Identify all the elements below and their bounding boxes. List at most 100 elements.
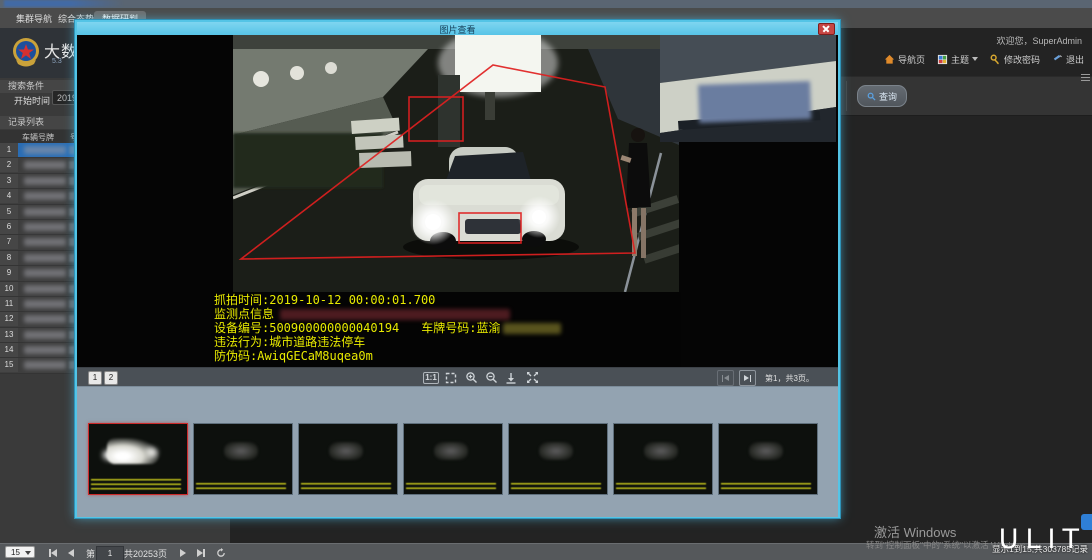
page-size-select[interactable]: 15 bbox=[5, 546, 35, 558]
thumbnail-overlay-text bbox=[616, 483, 706, 492]
masked-location bbox=[280, 309, 510, 320]
nav-password-link[interactable]: 修改密码 bbox=[990, 53, 1040, 66]
masked-plate-cell bbox=[24, 223, 66, 231]
masked-plate-cell bbox=[24, 177, 66, 185]
vehicle-blob bbox=[644, 442, 678, 460]
app-window: 集群导航 综合态势 数据研判 欢迎您，SuperAdmin 导航页 主题 修改密… bbox=[0, 0, 1092, 560]
nav-theme-label: 主题 bbox=[951, 53, 969, 66]
police-badge-icon bbox=[10, 36, 42, 68]
top-nav-links: 导航页 主题 修改密码 退出 bbox=[884, 52, 1084, 66]
key-icon bbox=[990, 54, 1001, 65]
masked-plate-cell bbox=[24, 146, 66, 154]
capture-time-text: 抓拍时间:2019-10-12 00:00:01.700 bbox=[214, 293, 435, 307]
row-number: 7 bbox=[0, 235, 18, 249]
nav-logout-label: 退出 bbox=[1066, 53, 1084, 66]
fullscreen-icon[interactable] bbox=[524, 370, 540, 385]
zoom-out-icon[interactable] bbox=[483, 370, 499, 385]
dialog-titlebar[interactable]: 图片查看 bbox=[77, 22, 838, 35]
first-page-icon[interactable] bbox=[46, 547, 60, 558]
page-prefix-label: 第 bbox=[86, 547, 95, 560]
row-number: 5 bbox=[0, 205, 18, 219]
column-plate-number: 车辆号牌 bbox=[22, 132, 54, 143]
row-number: 6 bbox=[0, 220, 18, 234]
fit-screen-icon[interactable] bbox=[443, 370, 459, 385]
anti-fake-code-text: 防伪码:AwiqGECaM8uqea0m bbox=[214, 349, 373, 363]
nav-logout-link[interactable]: 退出 bbox=[1052, 53, 1084, 66]
violation-photo bbox=[233, 35, 679, 292]
image-viewer-dialog: 图片查看 bbox=[75, 20, 840, 518]
masked-plate-cell bbox=[24, 192, 66, 200]
masked-plate-cell bbox=[24, 300, 66, 308]
plate-closeup-inset bbox=[660, 35, 836, 142]
capture-info-band: 抓拍时间:2019-10-12 00:00:01.700 监测点信息 设备编号:… bbox=[211, 292, 681, 367]
welcome-text: 欢迎您，SuperAdmin bbox=[996, 34, 1082, 47]
image-group-2-button[interactable]: 2 bbox=[104, 371, 118, 385]
last-page-icon[interactable] bbox=[739, 370, 756, 386]
viewer-toolbar: 1 2 1:1 第1，共3页。 bbox=[77, 367, 838, 387]
masked-plate-cell bbox=[24, 315, 66, 323]
thumbnail[interactable] bbox=[718, 423, 818, 495]
page-number-input[interactable] bbox=[96, 546, 124, 560]
row-number: 12 bbox=[0, 312, 18, 326]
viewer-pager-text: 第1，共3页。 bbox=[765, 373, 814, 384]
query-button[interactable]: 查询 bbox=[857, 85, 907, 107]
last-page-icon[interactable] bbox=[194, 547, 208, 558]
row-number: 13 bbox=[0, 328, 18, 342]
thumbnail[interactable] bbox=[508, 423, 608, 495]
masked-plate-cell bbox=[24, 238, 66, 246]
row-number: 8 bbox=[0, 251, 18, 265]
masked-plate-cell bbox=[24, 346, 66, 354]
vehicle-blob bbox=[224, 442, 258, 460]
row-number: 14 bbox=[0, 343, 18, 357]
panel-toggle-icon[interactable] bbox=[1081, 72, 1090, 82]
row-number: 9 bbox=[0, 266, 18, 280]
image-group-1-button[interactable]: 1 bbox=[88, 371, 102, 385]
thumbnail-overlay-text bbox=[91, 479, 181, 492]
roadside-kiosk bbox=[438, 75, 460, 147]
search-icon bbox=[867, 92, 876, 101]
start-time-label: 开始时间 bbox=[14, 94, 50, 107]
masked-plate-cell bbox=[24, 161, 66, 169]
row-number: 3 bbox=[0, 174, 18, 188]
next-page-icon[interactable] bbox=[176, 547, 190, 558]
thumbnail-overlay-text bbox=[406, 483, 496, 492]
app-version: 5.3 bbox=[52, 58, 62, 65]
home-icon bbox=[884, 54, 895, 65]
toolbar-divider bbox=[846, 81, 847, 111]
chevron-down-icon bbox=[25, 551, 31, 555]
thumbnail-overlay-text bbox=[511, 483, 601, 492]
monitor-point-text: 监测点信息 bbox=[214, 307, 510, 321]
masked-plate-cell bbox=[24, 208, 66, 216]
thumbnail[interactable] bbox=[298, 423, 398, 495]
first-page-icon[interactable] bbox=[717, 370, 734, 386]
actual-size-label: 1:1 bbox=[423, 372, 439, 384]
page-size-value: 15 bbox=[11, 548, 20, 557]
thumbnail[interactable] bbox=[613, 423, 713, 495]
nav-home-link[interactable]: 导航页 bbox=[884, 53, 925, 66]
photo-viewport: 抓拍时间:2019-10-12 00:00:01.700 监测点信息 设备编号:… bbox=[77, 35, 838, 367]
masked-plate-cell bbox=[24, 285, 66, 293]
vehicle-blob bbox=[749, 442, 783, 460]
thumbnail[interactable] bbox=[403, 423, 503, 495]
nav-theme-link[interactable]: 主题 bbox=[937, 53, 978, 66]
corner-shortcut-icon[interactable] bbox=[1081, 514, 1092, 530]
window-title-fragment bbox=[4, 0, 124, 7]
zoom-in-icon[interactable] bbox=[463, 370, 479, 385]
theme-icon bbox=[937, 54, 948, 65]
actual-size-icon[interactable]: 1:1 bbox=[423, 370, 439, 385]
masked-plate-cell bbox=[24, 269, 66, 277]
row-number: 10 bbox=[0, 282, 18, 296]
nav-home-label: 导航页 bbox=[898, 53, 925, 66]
row-number: 1 bbox=[0, 143, 18, 157]
close-icon[interactable] bbox=[818, 23, 835, 35]
thumbnail[interactable] bbox=[193, 423, 293, 495]
vehicle-blob bbox=[329, 442, 363, 460]
prev-page-icon[interactable] bbox=[64, 547, 78, 558]
masked-plate-cell bbox=[24, 254, 66, 262]
device-plate-text: 设备编号:500900000000040194车牌号码:蓝渝 bbox=[214, 321, 561, 335]
refresh-icon[interactable] bbox=[214, 547, 228, 558]
query-button-label: 查询 bbox=[879, 90, 897, 103]
chevron-down-icon bbox=[972, 57, 978, 61]
download-icon[interactable] bbox=[503, 370, 519, 385]
thumbnail[interactable] bbox=[88, 423, 188, 495]
